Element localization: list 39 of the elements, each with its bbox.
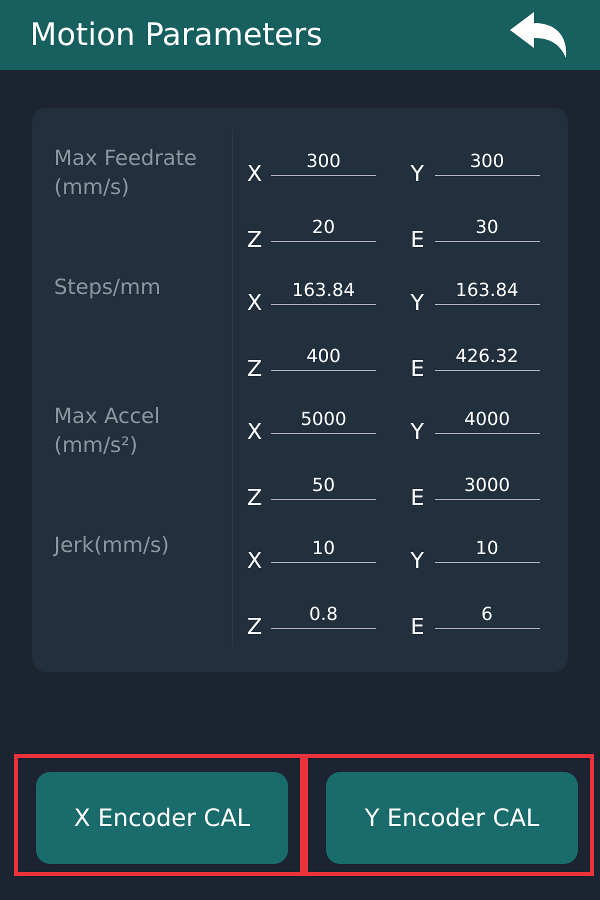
value-field[interactable]: 30 (434, 218, 540, 242)
value-field[interactable]: 10 (271, 540, 376, 563)
value-field[interactable]: 6 (434, 606, 540, 628)
axis-label: X (247, 293, 264, 315)
screen-title: Motion Parameters (30, 16, 322, 55)
axis-label: Y (410, 293, 425, 315)
axis-label: X (247, 164, 264, 186)
value-field[interactable]: 3000 (434, 476, 540, 500)
value-field[interactable]: 400 (271, 348, 376, 370)
axis-label: X (247, 551, 264, 573)
value-field[interactable]: 300 (434, 153, 540, 176)
axis-label: X (247, 422, 264, 444)
value-field[interactable]: 163.84 (271, 282, 376, 305)
axis-label: E (410, 616, 426, 638)
parameter-label: Max Feedrate (mm/s) (54, 145, 198, 202)
value-field[interactable]: 5000 (271, 411, 376, 434)
axis-label: Y (410, 422, 425, 444)
axis-label: Z (247, 358, 264, 380)
value-field[interactable]: 20 (271, 218, 376, 242)
axis-label: Y (410, 551, 425, 573)
encoder-calibration-button[interactable]: X Encoder CAL (36, 772, 288, 864)
value-field[interactable]: 4000 (434, 411, 540, 434)
value-field[interactable]: 426.32 (434, 348, 540, 370)
parameter-label: Max Accel (mm/s²) (54, 403, 161, 460)
value-field[interactable]: 10 (434, 540, 540, 563)
value-field[interactable]: 50 (271, 476, 376, 500)
axis-label: Z (247, 230, 264, 252)
axis-label: Y (410, 164, 425, 186)
axis-label: E (410, 230, 426, 252)
value-field[interactable]: 163.84 (434, 282, 540, 305)
value-field[interactable]: 0.8 (271, 606, 376, 628)
axis-label: E (410, 358, 426, 380)
encoder-calibration-button[interactable]: Y Encoder CAL (326, 772, 578, 864)
parameter-label: Jerk(mm/s) (54, 532, 170, 559)
parameter-label: Steps/mm (54, 274, 162, 301)
axis-label: Z (247, 488, 264, 510)
axis-label: E (410, 488, 426, 510)
axis-label: Z (247, 616, 264, 638)
value-field[interactable]: 300 (271, 153, 376, 176)
